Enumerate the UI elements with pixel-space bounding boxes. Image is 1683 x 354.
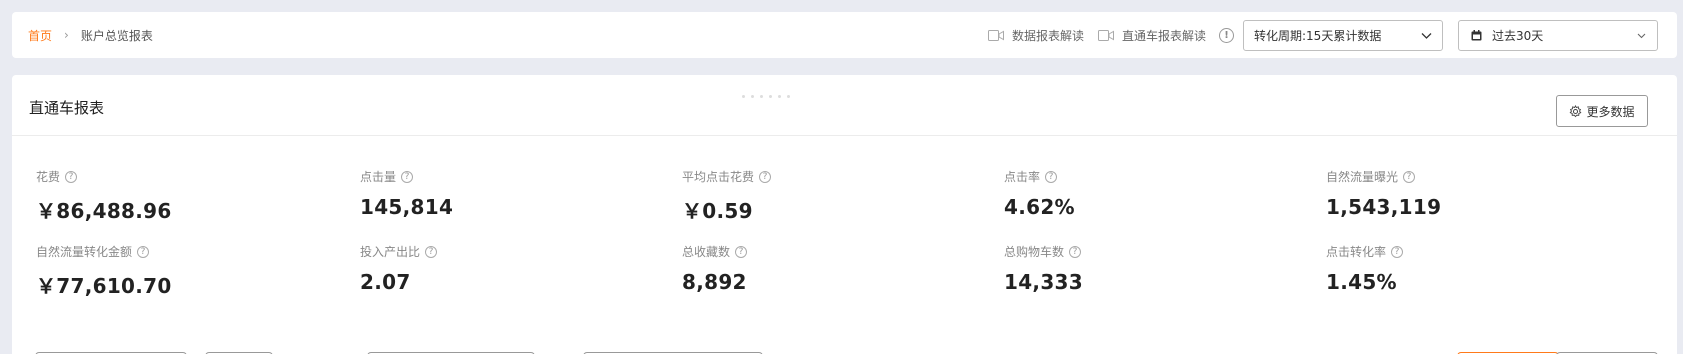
help-icon[interactable]: ? bbox=[1045, 170, 1058, 183]
ztc-report-guide-link[interactable]: 直通车报表解读 bbox=[1098, 12, 1206, 58]
more-data-button[interactable]: 更多数据 bbox=[1556, 95, 1648, 127]
metric-value: 4.62% bbox=[1004, 195, 1075, 219]
help-icon[interactable]: ? bbox=[401, 170, 414, 183]
video-icon bbox=[988, 29, 1004, 41]
top-bar: 首页 › 账户总览报表 数据报表解读 直通车报表解读 ! 转化周期:15天累计数… bbox=[12, 12, 1677, 58]
metric-avg-cpc: 平均点击花费? ￥0.59 bbox=[682, 168, 982, 224]
metric-value: 1.45% bbox=[1326, 270, 1397, 294]
metric-label: 点击转化率 bbox=[1326, 245, 1387, 259]
metric-label: 平均点击花费 bbox=[682, 170, 755, 184]
help-icon[interactable]: ? bbox=[65, 170, 78, 183]
metric-value: 1,543,119 bbox=[1326, 195, 1442, 219]
metric-ctr: 点击率? 4.62% bbox=[1004, 168, 1304, 219]
help-icon[interactable]: ? bbox=[759, 170, 772, 183]
help-icon[interactable]: ? bbox=[1403, 170, 1416, 183]
data-report-guide-link[interactable]: 数据报表解读 bbox=[988, 12, 1084, 58]
breadcrumb: 首页 › 账户总览报表 bbox=[28, 12, 153, 58]
metric-label: 总购物车数 bbox=[1004, 245, 1065, 259]
metric-value: ￥86,488.96 bbox=[36, 199, 172, 223]
ztc-report-guide-label: 直通车报表解读 bbox=[1122, 28, 1207, 43]
help-icon[interactable]: ? bbox=[1391, 245, 1404, 258]
metric-label: 自然流量曝光 bbox=[1326, 170, 1399, 184]
breadcrumb-separator: › bbox=[64, 28, 69, 42]
metric-label: 花费 bbox=[36, 170, 61, 184]
metric-clicks: 点击量? 145,814 bbox=[360, 168, 660, 219]
metric-roi: 投入产出比? 2.07 bbox=[360, 243, 660, 294]
metric-label: 投入产出比 bbox=[360, 245, 421, 259]
data-report-guide-label: 数据报表解读 bbox=[1012, 28, 1085, 43]
drag-handle[interactable] bbox=[742, 95, 790, 98]
metric-organic-conversion-amount: 自然流量转化金额? ￥77,610.70 bbox=[36, 243, 336, 299]
metric-value: ￥77,610.70 bbox=[36, 274, 172, 298]
help-icon[interactable]: ? bbox=[1069, 245, 1082, 258]
metric-value: 2.07 bbox=[360, 270, 411, 294]
calendar-icon bbox=[1471, 30, 1482, 41]
metric-value: 145,814 bbox=[360, 195, 454, 219]
metric-label: 点击率 bbox=[1004, 170, 1041, 184]
metric-value: ￥0.59 bbox=[682, 199, 753, 223]
ztc-report-card: 直通车报表 更多数据 花费? ￥86,488.96 点击量? 145,814 平… bbox=[12, 75, 1677, 354]
gear-icon bbox=[1570, 104, 1582, 117]
card-title: 直通车报表 bbox=[29, 99, 105, 117]
breadcrumb-current: 账户总览报表 bbox=[80, 28, 153, 43]
metric-click-conversion-rate: 点击转化率? 1.45% bbox=[1326, 243, 1626, 294]
breadcrumb-home-link[interactable]: 首页 bbox=[28, 27, 52, 44]
date-range-select[interactable]: 过去30天 bbox=[1458, 20, 1658, 51]
metric-label: 自然流量转化金额 bbox=[36, 245, 133, 259]
metric-favorites: 总收藏数? 8,892 bbox=[682, 243, 982, 294]
help-icon[interactable]: ? bbox=[735, 245, 748, 258]
chevron-down-icon bbox=[1421, 33, 1432, 39]
more-data-label: 更多数据 bbox=[1586, 104, 1635, 119]
divider bbox=[12, 135, 1677, 136]
metric-label: 点击量 bbox=[360, 170, 397, 184]
metric-value: 14,333 bbox=[1004, 270, 1083, 294]
chevron-down-icon bbox=[1637, 33, 1646, 39]
help-icon[interactable]: ? bbox=[137, 245, 150, 258]
date-range-value: 过去30天 bbox=[1492, 29, 1544, 43]
metric-cost: 花费? ￥86,488.96 bbox=[36, 168, 336, 224]
metric-cart-adds: 总购物车数? 14,333 bbox=[1004, 243, 1304, 294]
video-icon bbox=[1098, 29, 1114, 41]
conversion-cycle-select[interactable]: 转化周期:15天累计数据 bbox=[1243, 20, 1443, 51]
help-icon[interactable]: ? bbox=[425, 245, 438, 258]
conversion-cycle-value: 转化周期:15天累计数据 bbox=[1254, 29, 1382, 43]
metric-value: 8,892 bbox=[682, 270, 747, 294]
metric-label: 总收藏数 bbox=[682, 245, 731, 259]
metric-organic-impressions: 自然流量曝光? 1,543,119 bbox=[1326, 168, 1626, 219]
info-icon[interactable]: ! bbox=[1219, 28, 1234, 43]
